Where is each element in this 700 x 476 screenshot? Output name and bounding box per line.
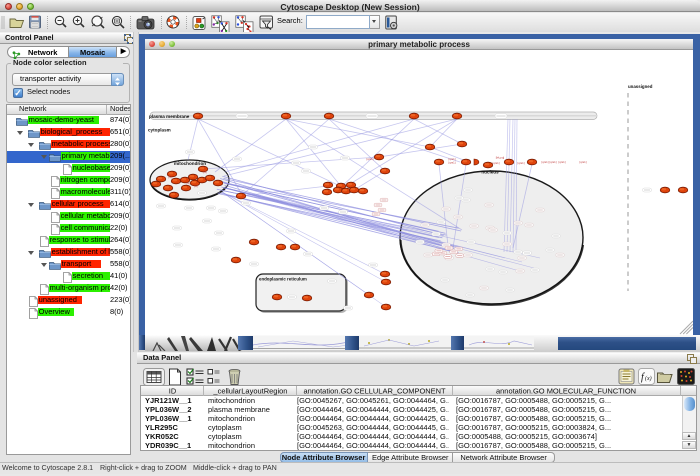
svg-text:nucleus: nucleus	[481, 170, 499, 175]
svg-text:[hk,pq]: [hk,pq]	[496, 156, 505, 160]
svg-text:[qrs1]: [qrs1]	[449, 161, 456, 165]
svg-text:unassigned: unassigned	[628, 84, 653, 89]
svg-text:[a]: [a]	[168, 175, 171, 179]
svg-text:[a]: [a]	[186, 181, 189, 185]
svg-text:endoplasmic reticulum: endoplasmic reticulum	[259, 277, 307, 282]
svg-text:mitochondrion: mitochondrion	[174, 161, 206, 166]
svg-text:[qrs1]: [qrs1]	[542, 160, 549, 164]
svg-text:[qrs1]: [qrs1]	[493, 161, 500, 165]
svg-text:[qrs1]: [qrs1]	[550, 160, 557, 164]
svg-text:[a]: [a]	[194, 184, 197, 188]
svg-text:(x): (x)	[645, 375, 652, 382]
svg-text:cytoplasm: cytoplasm	[148, 128, 171, 133]
svg-text:plasma membrane: plasma membrane	[149, 114, 190, 119]
svg-text:[qrs1]: [qrs1]	[559, 160, 566, 164]
svg-text:[qrs1]: [qrs1]	[367, 157, 374, 161]
svg-text:[qrs1]: [qrs1]	[518, 161, 525, 165]
svg-text:[qrs1]: [qrs1]	[580, 160, 587, 164]
svg-text:[a]: [a]	[203, 170, 206, 174]
